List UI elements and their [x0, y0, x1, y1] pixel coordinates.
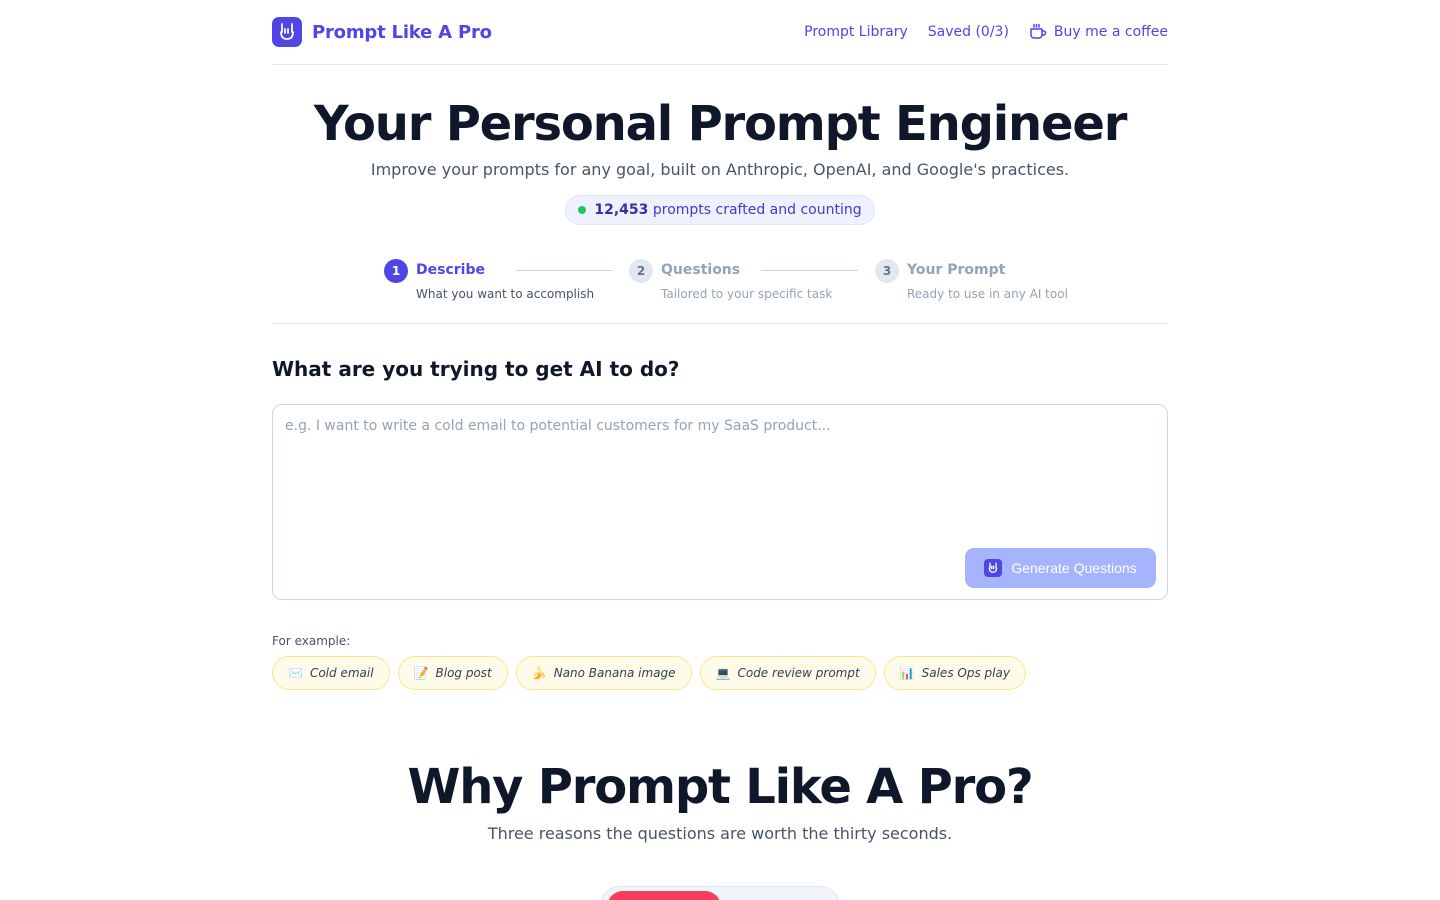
step-number: 1: [384, 259, 408, 283]
step-description: What you want to accomplish: [416, 287, 595, 301]
example-chips: ✉️ Cold email 📝 Blog post 🍌 Nano Banana …: [272, 656, 1026, 690]
step-title: Describe: [416, 262, 485, 278]
counter-number: 12,453: [594, 202, 649, 218]
generate-questions-label: Generate Questions: [1011, 560, 1137, 576]
coffee-cup-icon: [1030, 23, 1047, 39]
live-status-dot-icon: [578, 206, 587, 214]
laptop-icon: 💻: [715, 666, 731, 680]
prompts-counter-badge: 12,453 prompts crafted and counting: [565, 195, 875, 225]
top-nav: Prompt Library Saved (0/3) Buy me a coff…: [804, 23, 1168, 41]
hero: Your Personal Prompt Engineer Improve yo…: [272, 96, 1168, 225]
chip-label: Cold email: [309, 666, 374, 680]
examples-label: For example:: [272, 634, 351, 648]
hero-subtitle: Improve your prompts for any goal, built…: [370, 160, 1070, 179]
chip-label: Code review prompt: [737, 666, 860, 680]
active-tab-pill[interactable]: [607, 891, 721, 900]
example-chip-blog-post[interactable]: 📝 Blog post: [397, 656, 508, 690]
envelope-icon: ✉️: [288, 666, 303, 680]
banana-icon: 🍌: [531, 666, 547, 680]
buy-coffee-link[interactable]: Buy me a coffee: [1029, 23, 1168, 41]
goal-textarea[interactable]: [273, 405, 1167, 545]
why-section-title: Why Prompt Like A Pro?: [407, 759, 1033, 815]
chip-label: Nano Banana image: [553, 666, 676, 680]
top-header: Prompt Like A Pro Prompt Library Saved (…: [272, 0, 1168, 65]
why-section-subtitle: Three reasons the questions are worth th…: [487, 824, 953, 843]
rock-hand-logo-icon: [984, 559, 1003, 577]
step-connector: [761, 270, 858, 271]
generate-questions-button[interactable]: Generate Questions: [965, 548, 1156, 588]
step-connector: [516, 270, 613, 271]
counter-text: prompts crafted and counting: [652, 202, 862, 218]
rock-hand-logo-icon: [272, 17, 302, 47]
step-title: Your Prompt: [907, 262, 1006, 278]
step-description: Ready to use in any AI tool: [907, 287, 1068, 301]
chip-label: Blog post: [435, 666, 492, 680]
brand-name: Prompt Like A Pro: [312, 21, 492, 43]
bar-chart-icon: 📊: [899, 666, 915, 680]
hero-title: Your Personal Prompt Engineer: [313, 96, 1128, 152]
example-chip-cold-email[interactable]: ✉️ Cold email: [272, 656, 390, 690]
step-number: 3: [875, 259, 899, 283]
form-title: What are you trying to get AI to do?: [272, 357, 680, 381]
memo-icon: 📝: [413, 666, 429, 680]
nav-prompt-library-link[interactable]: Prompt Library: [804, 24, 908, 40]
goal-input-box: Generate Questions: [272, 404, 1168, 600]
example-chip-code-review[interactable]: 💻 Code review prompt: [699, 656, 876, 690]
progress-steps: 1 Describe What you want to accomplish 2…: [384, 258, 1084, 306]
step-title: Questions: [661, 262, 741, 278]
step-number: 2: [629, 259, 653, 283]
example-chip-nano-banana[interactable]: 🍌 Nano Banana image: [515, 656, 692, 690]
buy-coffee-label: Buy me a coffee: [1053, 24, 1168, 40]
chip-label: Sales Ops play: [921, 666, 1010, 680]
brand[interactable]: Prompt Like A Pro: [272, 17, 492, 47]
reasons-tab-toggle[interactable]: [600, 886, 840, 900]
nav-saved-link[interactable]: Saved (0/3): [928, 24, 1009, 40]
step-description: Tailored to your specific task: [661, 287, 833, 301]
example-chip-sales-ops[interactable]: 📊 Sales Ops play: [883, 656, 1026, 690]
page-container: Prompt Like A Pro Prompt Library Saved (…: [272, 0, 1168, 900]
section-divider: [272, 323, 1168, 324]
